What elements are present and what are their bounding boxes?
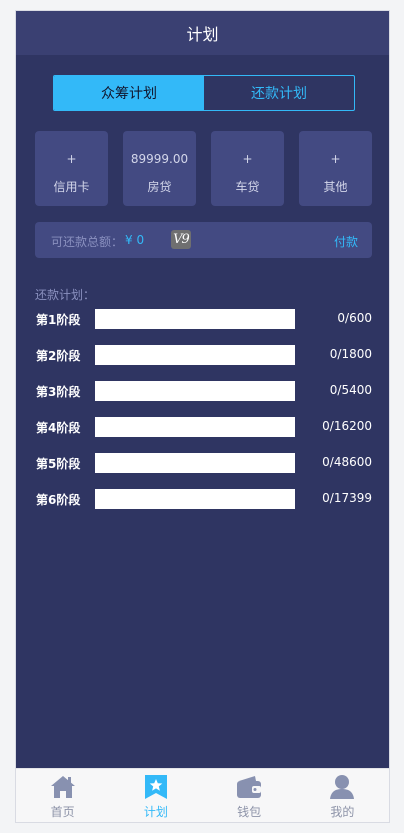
card-mortgage[interactable]: 89999.00 房贷: [123, 131, 196, 206]
stage-row: 第5阶段 0/48600: [36, 453, 372, 473]
stage-row: 第6阶段 0/17399: [36, 489, 372, 509]
wallet-icon: [237, 776, 262, 798]
page-header: 计划: [16, 11, 389, 55]
card-add-icon: +: [330, 152, 341, 166]
card-other[interactable]: + 其他: [299, 131, 372, 206]
stage-name: 第1阶段: [36, 313, 81, 327]
stage-row: 第2阶段 0/1800: [36, 345, 372, 365]
tab-repayment-plan[interactable]: 还款计划: [204, 76, 354, 110]
total-label: 可还款总额：: [51, 235, 124, 249]
stage-value: 0/1800: [329, 347, 372, 361]
tab-label: 首页: [50, 805, 75, 819]
card-label: 车贷: [235, 180, 260, 194]
tab-label: 钱包: [237, 805, 262, 819]
plan-star-icon: [144, 775, 167, 799]
stage-name: 第3阶段: [36, 385, 81, 399]
stage-progress-bar: [95, 345, 295, 365]
card-label: 信用卡: [53, 180, 90, 194]
stage-progress-bar: [95, 309, 295, 329]
page-title: 计划: [186, 25, 219, 44]
plan-section-title: 还款计划：: [35, 288, 96, 302]
card-car-loan[interactable]: + 车贷: [211, 131, 284, 206]
stage-name: 第6阶段: [36, 493, 81, 507]
tab-crowdfunding-plan[interactable]: 众筹计划: [54, 76, 204, 110]
loan-category-cards: + 信用卡 89999.00 房贷 + 车贷 + 其他: [35, 131, 372, 206]
tab-home[interactable]: 首页: [16, 769, 109, 822]
stage-progress-bar: [95, 417, 295, 437]
stage-name: 第4阶段: [36, 421, 81, 435]
home-icon: [50, 776, 75, 798]
tab-wallet[interactable]: 钱包: [203, 769, 296, 822]
repayment-total-bar: 可还款总额： ¥ 0 V9 付款: [35, 222, 372, 258]
tab-profile[interactable]: 我的: [296, 769, 389, 822]
stage-value: 0/17399: [322, 491, 372, 505]
card-add-icon: +: [242, 152, 253, 166]
total-amount: ¥ 0: [125, 233, 145, 247]
tab-label: 计划: [143, 805, 168, 819]
stage-value: 0/600: [337, 311, 372, 325]
stage-row: 第1阶段 0/600: [36, 309, 372, 329]
card-label: 房贷: [147, 180, 172, 194]
tab-plan[interactable]: 计划: [109, 769, 202, 822]
tab-label: 我的: [330, 805, 355, 819]
plan-type-switch: 众筹计划 还款计划: [53, 75, 355, 111]
stage-value: 0/5400: [329, 383, 372, 397]
bottom-tab-bar: 首页 计划 钱包 我的: [16, 768, 389, 822]
pay-button[interactable]: 付款: [334, 233, 358, 250]
stage-row: 第3阶段 0/5400: [36, 381, 372, 401]
profile-icon: [330, 775, 355, 799]
stage-progress-bar: [95, 381, 295, 401]
card-label: 其他: [323, 180, 348, 194]
stage-value: 0/48600: [322, 455, 372, 469]
stage-progress-bar: [95, 489, 295, 509]
card-credit-card[interactable]: + 信用卡: [35, 131, 108, 206]
stage-name: 第2阶段: [36, 349, 81, 363]
stage-progress-bar: [95, 453, 295, 473]
stage-value: 0/16200: [322, 419, 372, 433]
vip-badge: V9: [171, 230, 191, 249]
card-amount: 89999.00: [130, 152, 189, 166]
stage-row: 第4阶段 0/16200: [36, 417, 372, 437]
card-add-icon: +: [66, 152, 77, 166]
stage-name: 第5阶段: [36, 457, 81, 471]
app-screen: 计划 众筹计划 还款计划 + 信用卡 89999.00 房贷 + 车贷 + 其他…: [15, 10, 390, 823]
